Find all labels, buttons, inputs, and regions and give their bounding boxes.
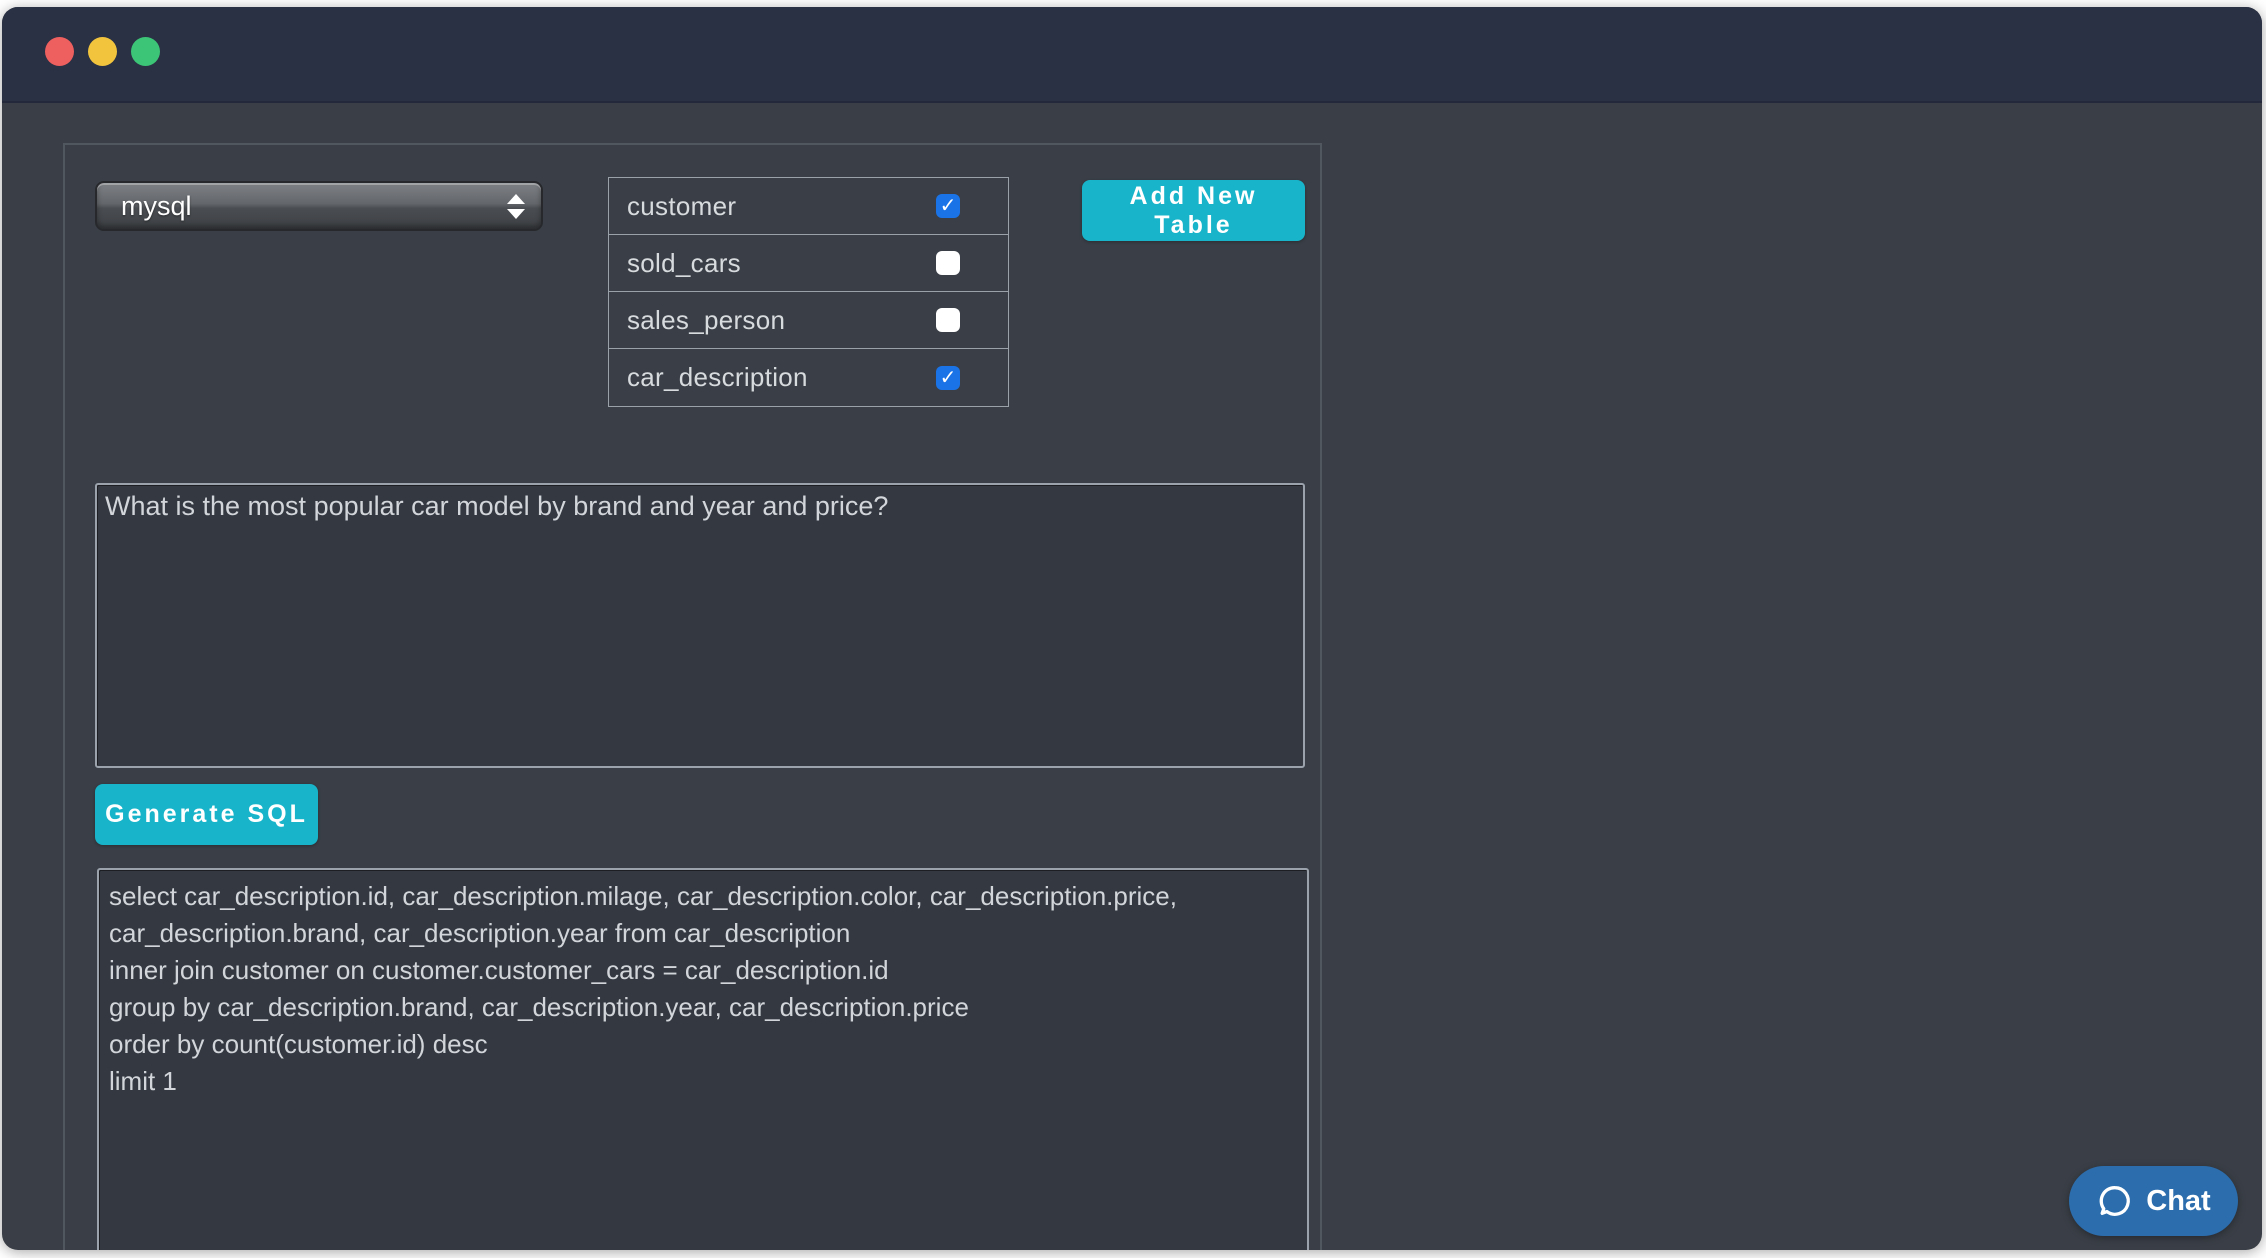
table-row: customer xyxy=(609,178,1008,235)
table-checkbox[interactable] xyxy=(936,308,960,332)
table-checkbox[interactable] xyxy=(936,194,960,218)
app-window: mysql customer sold_cars sales_person ca… xyxy=(2,7,2262,1250)
table-checkbox[interactable] xyxy=(936,251,960,275)
chat-label: Chat xyxy=(2146,1185,2210,1218)
table-row: car_description xyxy=(609,349,1008,406)
sql-output[interactable]: select car_description.id, car_descripti… xyxy=(97,868,1309,1250)
query-builder-panel: mysql customer sold_cars sales_person ca… xyxy=(63,143,1322,1250)
table-list: customer sold_cars sales_person car_desc… xyxy=(608,177,1009,407)
database-select-value: mysql xyxy=(97,191,192,222)
minimize-window-button[interactable] xyxy=(88,37,117,66)
select-stepper-icon xyxy=(507,194,525,219)
table-row: sold_cars xyxy=(609,235,1008,292)
zoom-window-button[interactable] xyxy=(131,37,160,66)
table-checkbox[interactable] xyxy=(936,366,960,390)
database-select[interactable]: mysql xyxy=(95,181,543,231)
close-window-button[interactable] xyxy=(45,37,74,66)
chat-bubble-icon xyxy=(2096,1182,2134,1220)
generate-sql-button[interactable]: Generate SQL xyxy=(95,784,318,845)
add-new-table-button[interactable]: Add New Table xyxy=(1082,180,1305,241)
window-titlebar xyxy=(2,7,2262,103)
question-input[interactable]: What is the most popular car model by br… xyxy=(95,483,1305,768)
table-name-label: sales_person xyxy=(627,305,936,336)
table-name-label: sold_cars xyxy=(627,248,936,279)
table-name-label: customer xyxy=(627,191,936,222)
chat-button[interactable]: Chat xyxy=(2069,1166,2238,1236)
table-row: sales_person xyxy=(609,292,1008,349)
table-name-label: car_description xyxy=(627,362,936,393)
